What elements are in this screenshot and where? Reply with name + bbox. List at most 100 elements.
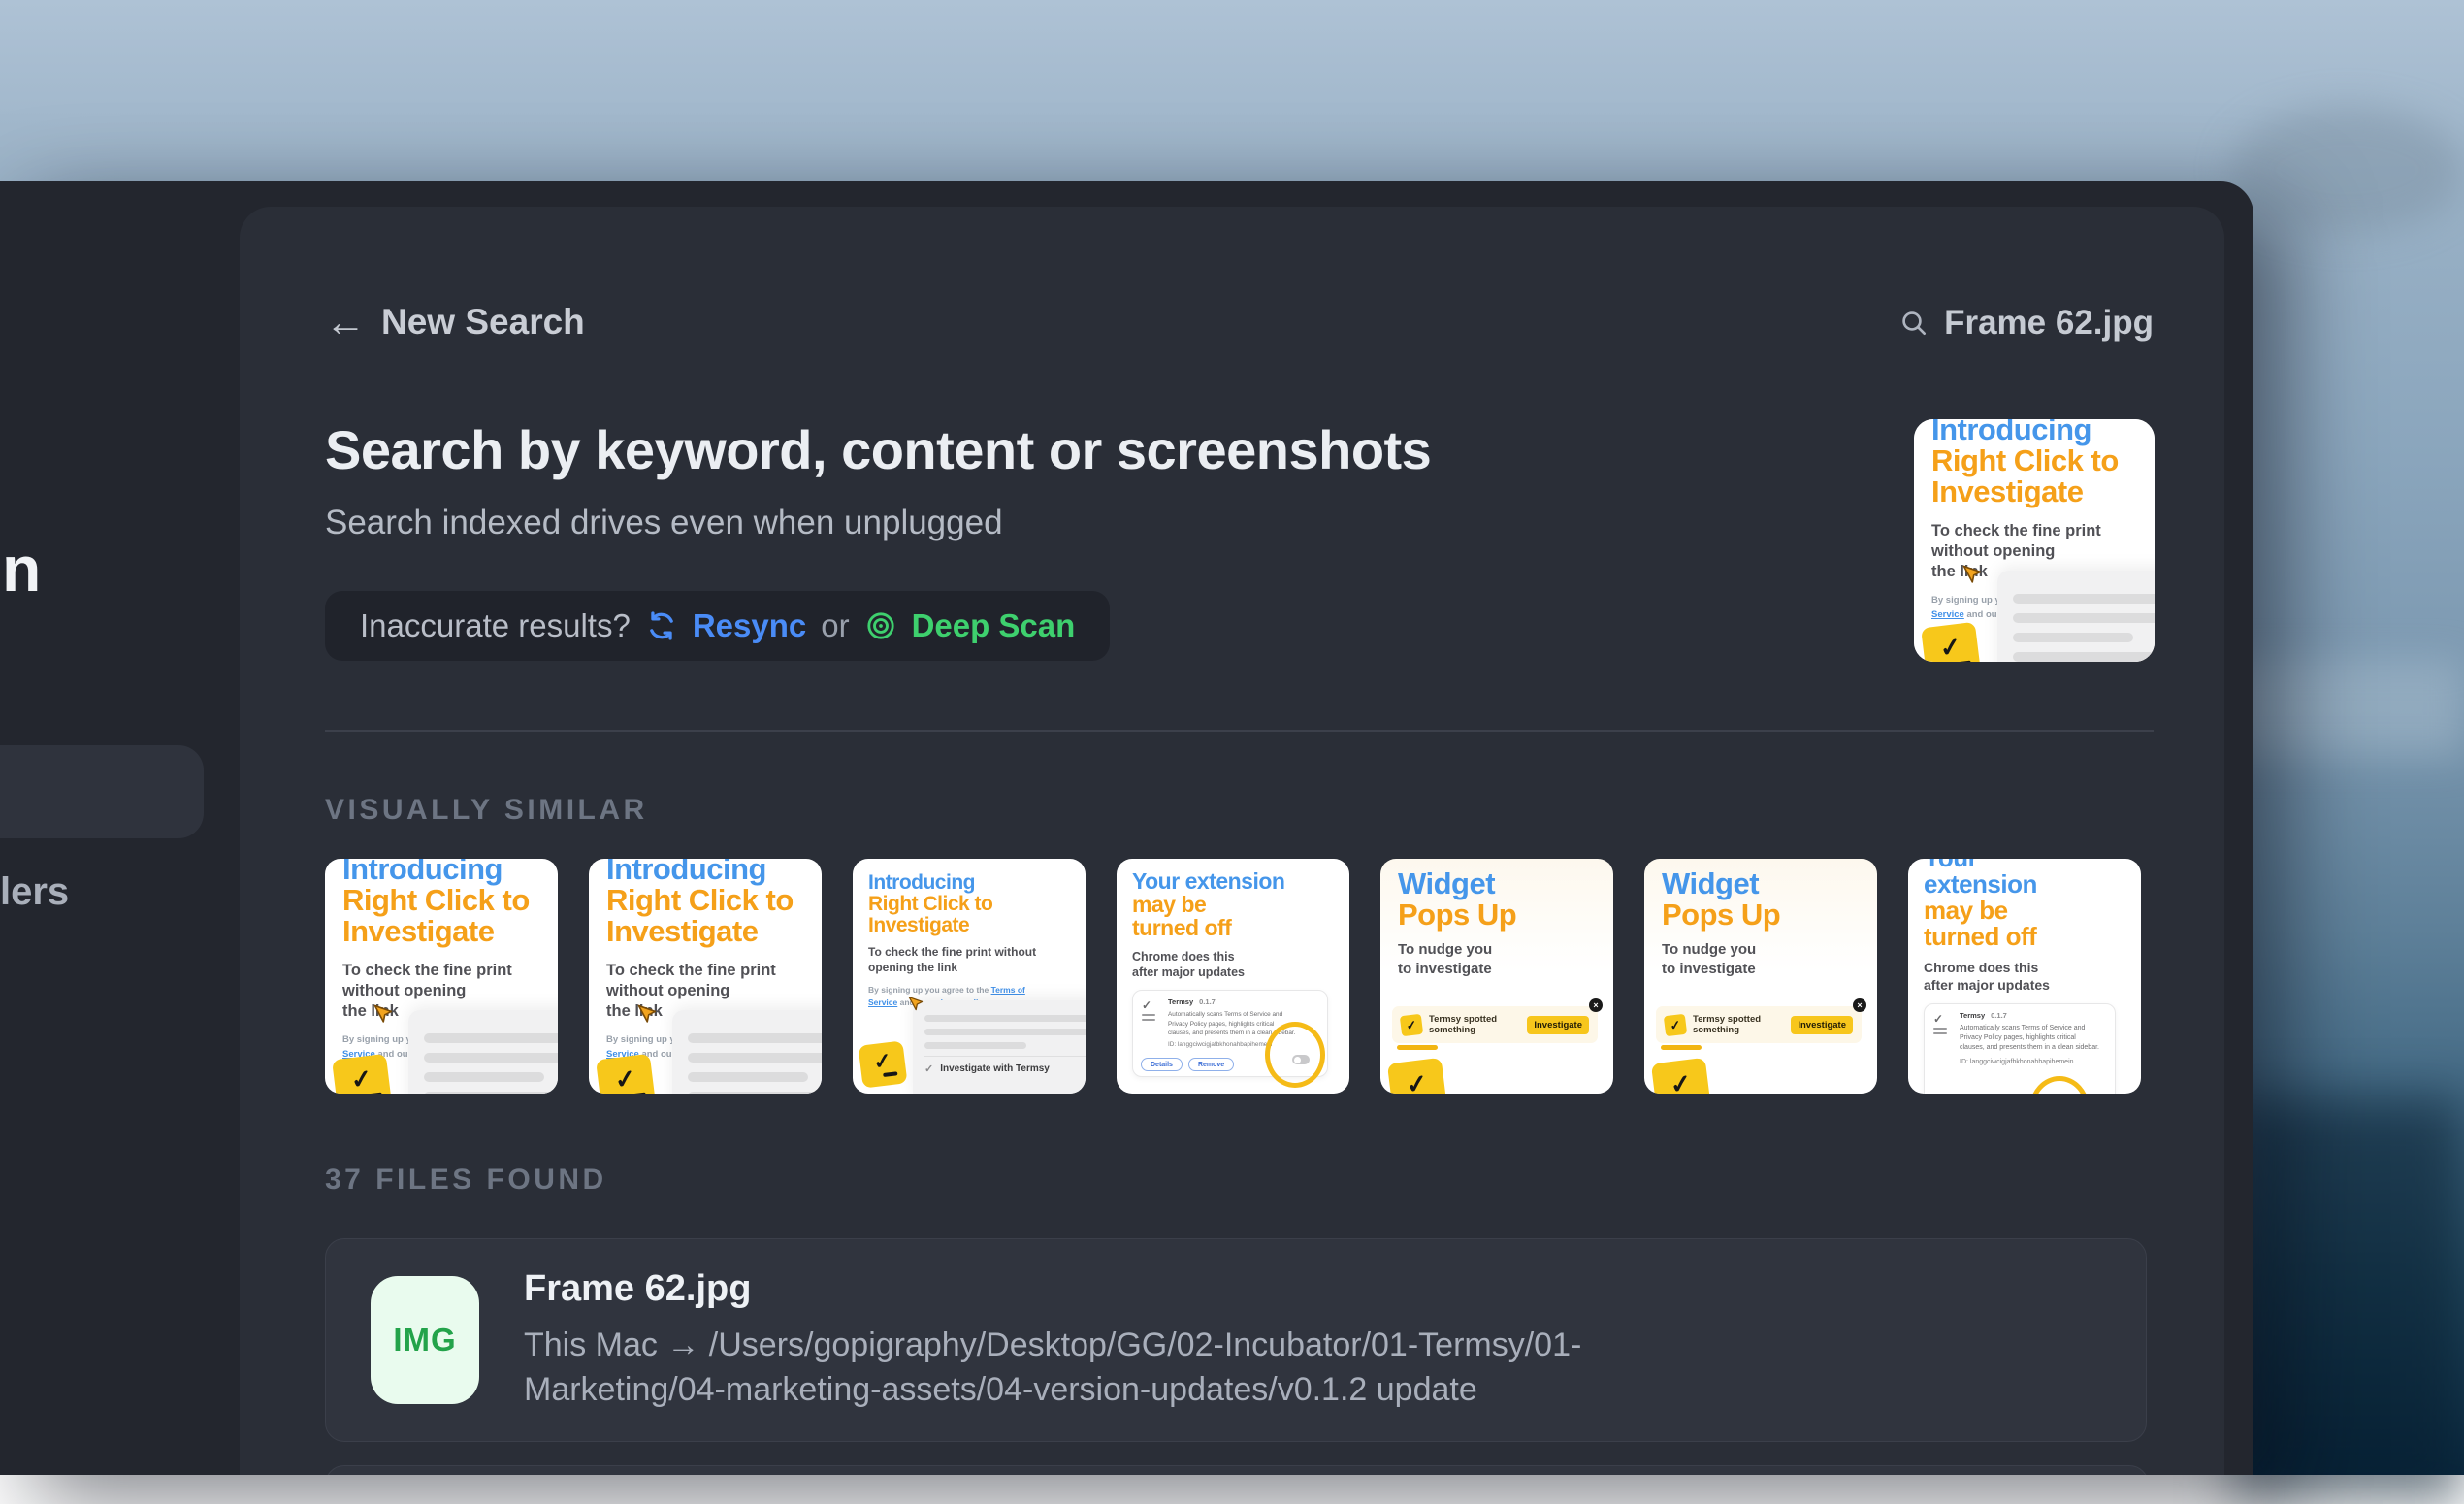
hand-cursor-icon [633, 1002, 661, 1034]
close-dot-icon: × [1853, 998, 1866, 1012]
thumb-content: Widget Pops Up To nudge you to investiga… [1380, 859, 1613, 978]
similar-thumbnail-widget-popup[interactable]: Widget Pops Up To nudge you to investiga… [1380, 859, 1613, 1094]
result-path: This Mac → /Users/gopigraphy/Desktop/GG/… [524, 1324, 1659, 1413]
termsy-sticker-icon: ✓ [1387, 1058, 1447, 1094]
termsy-sticker-icon: ✓ [596, 1054, 656, 1094]
visually-similar-label: VISUALLY SIMILAR [325, 794, 648, 827]
hand-cursor-icon [905, 995, 926, 1021]
thumb-title: Pops Up [1398, 899, 1600, 931]
similar-thumbnail-extension-off[interactable]: Your extension may be turned off Chrome … [1908, 859, 2141, 1094]
thumb-kicker: Your extension [1924, 859, 2079, 898]
thumb-body: To nudge you to investigate [1662, 940, 1864, 978]
back-label: New Search [381, 302, 585, 343]
result-filename: Frame 62.jpg [524, 1268, 1659, 1310]
thumb-kicker: Introducing [1931, 419, 2141, 445]
section-divider [325, 730, 2154, 732]
highlight-ring [1265, 1022, 1325, 1088]
deep-scan-link[interactable]: Deep Scan [912, 607, 1076, 644]
hand-cursor-icon [370, 1002, 397, 1034]
thumb-body: To check the fine print without opening … [868, 945, 1072, 975]
thumb-content: Widget Pops Up To nudge you to investiga… [1644, 859, 1877, 978]
sidebar-selected-item[interactable] [0, 745, 204, 838]
arrow-left-icon: ← [325, 302, 366, 343]
thumb-content: Introducing Right Click to Investigate T… [853, 859, 1086, 1009]
thumb-title: Right Click to Investigate [868, 894, 1072, 936]
termsy-sticker-icon: ✓ [1400, 1013, 1423, 1036]
thumb-kicker: Widget [1398, 868, 1600, 899]
page-title: Search by keyword, content or screenshot… [325, 418, 1431, 481]
wallpaper-mountain-haze [2231, 107, 2464, 233]
page-subtitle: Search indexed drives even when unplugge… [325, 504, 1003, 542]
similar-thumbnail-rcti[interactable]: Introducing Right Click to Investigate T… [1914, 419, 2155, 662]
visually-similar-row: Introducing Right Click to Investigate T… [325, 859, 2141, 1094]
extension-info-box: ✓ Termsy0.1.7 Automatically scans Terms … [1132, 990, 1328, 1077]
similar-thumbnail-rcti[interactable]: Introducing Right Click to Investigate T… [589, 859, 822, 1094]
similar-thumbnail-extension-off[interactable]: Your extension may be turned off Chrome … [1117, 859, 1349, 1094]
thumb-kicker: Widget [1662, 868, 1864, 899]
search-panel: ← New Search Frame 62.jpg Search by keyw… [240, 207, 2224, 1475]
termsy-sticker-icon: ✓ [1664, 1013, 1687, 1036]
termsy-toast: ✓ Termsy spotted something Investigate × [1656, 1006, 1862, 1043]
skeleton-tooltip [1997, 571, 2155, 662]
thumb-body: Chrome does this after major updates [1924, 959, 2127, 994]
similar-thumbnail-rcti-small[interactable]: Introducing Right Click to Investigate T… [853, 859, 1086, 1094]
thumb-title: may be turned off [1924, 898, 2127, 950]
highlight-ring [2029, 1076, 2090, 1095]
skeleton-tooltip: ✓ Investigate with Termsy [913, 1000, 1086, 1094]
extension-info-box: ✓ Termsy0.1.7 Automatically scans Terms … [1924, 1003, 2116, 1095]
thumb-body: Chrome does this after major updates [1132, 949, 1336, 981]
investigate-button: Investigate [1527, 1016, 1589, 1034]
query-filename-chip[interactable]: Frame 62.jpg [1898, 304, 2154, 343]
toast-text: Termsy spotted something [1693, 1014, 1784, 1035]
thumb-title: Right Click to Investigate [606, 885, 808, 947]
skeleton-tooltip [408, 1010, 558, 1094]
thumb-kicker: Introducing [342, 859, 544, 885]
resync-link[interactable]: Resync [693, 607, 806, 644]
thumb-content: Your extension may be turned off Chrome … [1117, 859, 1349, 1077]
termsy-mono-logo-icon: ✓ [1933, 1013, 1947, 1034]
magnifier-icon [1898, 308, 1929, 339]
termsy-sticker-icon: ✓ [1921, 622, 1981, 662]
extension-id: ID: langgciwcigjafbkhonahbapihemein [1960, 1059, 2107, 1065]
thumb-title: Pops Up [1662, 899, 1864, 931]
sidebar-partial-heading: n [2, 537, 41, 601]
query-image-thumbnail[interactable]: Introducing Right Click to Investigate T… [1914, 419, 2155, 662]
thumb-kicker: Your extension [1132, 870, 1336, 894]
thumb-body: To nudge you to investigate [1398, 940, 1600, 978]
resync-prompt: Inaccurate results? [360, 607, 631, 644]
thumb-kicker: Introducing [606, 859, 808, 885]
hand-cursor-icon [1959, 563, 1986, 595]
result-row[interactable]: IMG Frame 62.jpg This Mac → /Users/gopig… [325, 1238, 2147, 1442]
thumb-title: Right Click to Investigate [1931, 445, 2141, 507]
termsy-toast: ✓ Termsy spotted something Investigate × [1392, 1006, 1598, 1043]
wallpaper-haze-band [2221, 660, 2464, 757]
query-filename: Frame 62.jpg [1944, 304, 2154, 343]
remove-button: Remove [1188, 1058, 1234, 1071]
refresh-icon [645, 609, 678, 642]
result-row-partial[interactable] [325, 1465, 2149, 1475]
details-button: Details [1141, 1058, 1183, 1071]
similar-thumbnail-rcti[interactable]: Introducing Right Click to Investigate T… [325, 859, 558, 1094]
deep-scan-icon [864, 609, 897, 642]
files-found-label: 37 FILES FOUND [325, 1163, 607, 1196]
resync-bar: Inaccurate results? Resync or Deep Scan [325, 591, 1110, 661]
thumb-kicker: Introducing [868, 872, 1072, 894]
app-window: n lers ← New Search Frame 62.jpg Search … [0, 181, 2253, 1475]
termsy-sticker-icon: ✓ [858, 1040, 907, 1088]
new-search-back-button[interactable]: ← New Search [325, 302, 585, 343]
termsy-mono-logo-icon: ✓ [1142, 999, 1155, 1021]
thumb-title: Right Click to Investigate [342, 885, 544, 947]
img-file-badge: IMG [371, 1276, 479, 1404]
similar-thumbnail-widget-popup[interactable]: Widget Pops Up To nudge you to investiga… [1644, 859, 1877, 1094]
termsy-sticker-icon: ✓ [1651, 1058, 1711, 1094]
extension-description: Automatically scans Terms of Service and… [1960, 1024, 2107, 1053]
thumb-title: may be turned off [1132, 894, 1336, 940]
investigate-footer: ✓ Investigate with Termsy [924, 1056, 1086, 1075]
thumb-content: Your extension may be turned off Chrome … [1908, 859, 2141, 1094]
extension-buttons: Details Remove [1141, 1058, 1234, 1071]
termsy-sticker-icon: ✓ [332, 1054, 392, 1094]
investigate-button: Investigate [1791, 1016, 1853, 1034]
or-label: or [821, 607, 849, 644]
sidebar-item-folders-partial[interactable]: lers [0, 872, 69, 911]
wallpaper-mountain-ridge [2231, 1096, 2464, 1504]
